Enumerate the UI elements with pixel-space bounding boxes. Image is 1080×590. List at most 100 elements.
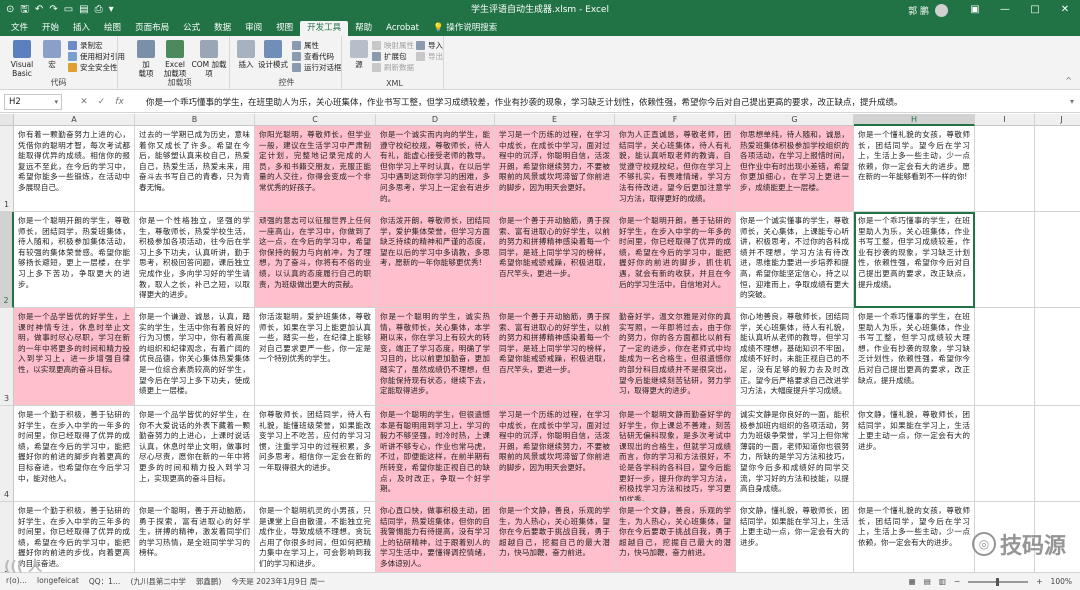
- tab-3[interactable]: 绘图: [97, 21, 128, 36]
- properties-button[interactable]: 属性: [292, 40, 319, 51]
- cell-G5[interactable]: 你文静，懂礼貌，尊敬师长，团结同学，如果能在学习上，生活上更主动一点，你一定会有…: [736, 502, 854, 572]
- column-header-E[interactable]: E: [495, 114, 615, 126]
- visual-basic-button[interactable]: Visual Basic: [2, 40, 42, 78]
- tab-9[interactable]: 开发工具: [300, 21, 349, 36]
- expand-formula-icon[interactable]: ▾: [1064, 97, 1080, 106]
- tab-2[interactable]: 插入: [66, 21, 97, 36]
- cell-G4[interactable]: 诚实文静是你良好的一面，能积极参加班内组织的各项活动，努力为班级争荣誉，学习上但…: [736, 406, 854, 502]
- cell-F3[interactable]: 勤奋好学，温文尔雅是对你的真实写照，一年即将过去，由于你的努力，你的各方面都比以…: [615, 308, 736, 406]
- tab-0[interactable]: 文件: [4, 21, 35, 36]
- cell-C2[interactable]: 顽强的意志可以征服世界上任何一座高山，在学习中，你做到了这一点，在今后的学习中，…: [255, 212, 376, 308]
- normal-view-icon[interactable]: ▦: [909, 577, 916, 586]
- com-addins-button[interactable]: COM 加载项: [190, 40, 228, 78]
- cell-I4[interactable]: [975, 406, 1035, 502]
- cell-G2[interactable]: 你是一个诚实懂事的学生，尊敬师长，关心集体，上课能专心听讲，积极思考，不过你的各…: [736, 212, 854, 308]
- relative-reference-button[interactable]: 使用相对引用: [68, 51, 125, 62]
- confirm-icon[interactable]: ✓: [98, 97, 106, 107]
- zoom-slider[interactable]: [968, 577, 1029, 586]
- cell-B1[interactable]: 过去的一学期已成为历史，意味着你又成长了许多。希望在今后，能够塑认真来校自己，热…: [135, 126, 255, 212]
- cell-A1[interactable]: 你有着一颗勤奋努力上进的心，凭借你的聪明才智，每次考试都能取得优异的成绩。相信你…: [14, 126, 135, 212]
- cell-F2[interactable]: 你是一个聪明开朗，善于钻研的好学生，在步入中学的一年多的时间里，你已经取得了优异…: [615, 212, 736, 308]
- redo-icon[interactable]: ↷: [49, 0, 57, 20]
- expansion-pack-button[interactable]: 扩展包: [372, 51, 407, 62]
- user-name[interactable]: 郭 鹏: [908, 4, 929, 17]
- cell-I2[interactable]: [975, 212, 1035, 308]
- refresh-data-button[interactable]: 刷新数据: [372, 62, 414, 73]
- cell-I3[interactable]: [975, 308, 1035, 406]
- cell-D1[interactable]: 你是一个诚实而内向的学生，能遵守校纪校规，尊敬师长，待人有礼，能虚心接受老师的教…: [376, 126, 495, 212]
- cell-D3[interactable]: 你是一个聪明的学生，诚实热情，尊敬师长，关心集体，本学期以来，你在学习上有较大的…: [376, 308, 495, 406]
- cell-G1[interactable]: 你思想单纯，待人随和，诚恳，热爱班集体积极参加学校组织的各项活动，在学习上报惜时…: [736, 126, 854, 212]
- cell-H4[interactable]: 你文静，懂礼貌，尊敬师长，团结同学，如果能在学习上，生活上更主动一点，你一定会有…: [854, 406, 975, 502]
- tab-4[interactable]: 页面布局: [128, 21, 176, 36]
- run-dialog-button[interactable]: 运行对话框: [292, 62, 342, 73]
- zoom-level[interactable]: 100%: [1051, 577, 1072, 586]
- cell-J3[interactable]: [1035, 308, 1080, 406]
- tab-1[interactable]: 开始: [35, 21, 66, 36]
- collapse-ribbon-icon[interactable]: ^: [1065, 76, 1072, 85]
- cell-A3[interactable]: 你是一个品学皆优的好学生，上课时神情专注，休息时举止文明，做事时尽心尽职，学习在…: [14, 308, 135, 406]
- column-header-G[interactable]: G: [736, 114, 854, 126]
- xml-source-button[interactable]: 源: [348, 40, 370, 69]
- cell-D5[interactable]: 你心直口快，做事积极主动，团结同学，热爱班集体，但你的自我警惕能力有待提高，没有…: [376, 502, 495, 572]
- cell-F4[interactable]: 你是一个聪明文静而勤奋好学的好学生，你上课总不善难，刻苦钻研无偏科现象，是多次考…: [615, 406, 736, 502]
- export-button[interactable]: 导出: [416, 51, 443, 62]
- cell-E4[interactable]: 学习是一个历练的过程，在学习中成长，在成长中学习，面对过程中的沉浮，你聪明自信，…: [495, 406, 615, 502]
- row-header-1[interactable]: 1: [0, 126, 14, 212]
- minimize-button[interactable]: —: [990, 0, 1020, 20]
- open-file-icon[interactable]: ▤: [79, 0, 88, 20]
- cell-D4[interactable]: 你是一个聪明的学生，但很遗憾本是有聪明用到学习上，学习的毅力不够坚强，时冷时热，…: [376, 406, 495, 502]
- name-box[interactable]: H2 ▾: [4, 93, 62, 110]
- save-icon[interactable]: 🖫: [20, 0, 29, 20]
- cell-B5[interactable]: 你是一个聪明，善于开动脑筋，勇于探索，富有进取心的好学生，拼搏的精神，激发着同学…: [135, 502, 255, 572]
- column-header-F[interactable]: F: [615, 114, 736, 126]
- row-header-4[interactable]: 4: [0, 406, 14, 502]
- new-file-icon[interactable]: ▭: [64, 0, 73, 20]
- excel-addins-button[interactable]: Excel 加载项: [160, 40, 190, 78]
- cell-A2[interactable]: 你是一个聪明开朗的学生，尊敬师长，团结同学，热爱班集体，待人随和，积极参加集体活…: [14, 212, 135, 308]
- cell-H5[interactable]: 你是一个懂礼貌的女孩，尊敬师长，团结同学，望今后在学习上，生活上多一些主动，少一…: [854, 502, 975, 572]
- zoom-knob[interactable]: [996, 577, 1000, 586]
- cell-E3[interactable]: 你是一个善于开动脑筋，勇于探索、富有进取心的好学生，以前的努力和拼搏精神感染着每…: [495, 308, 615, 406]
- record-macro-button[interactable]: 录制宏: [68, 40, 103, 51]
- tab-12[interactable]: 💡 操作说明搜索: [426, 21, 504, 36]
- cell-C4[interactable]: 你尊敬师长，团结同学，待人有礼貌，能懂班级荣誉，如果能改变学习上不吃苦，应付的学…: [255, 406, 376, 502]
- view-code-button[interactable]: 查看代码: [292, 51, 334, 62]
- design-mode-button[interactable]: 设计模式: [258, 40, 288, 69]
- cell-E2[interactable]: 你是一个善于开动脑筋，勇于探索、富有进取心的好学生，以前的努力和拼搏精神感染着每…: [495, 212, 615, 308]
- cell-F1[interactable]: 你为人正直诚恳，尊敬老师，团结同学，关心班集体，待人有礼貌，能认真听取老师的教诲…: [615, 126, 736, 212]
- column-header-I[interactable]: I: [975, 114, 1035, 126]
- import-button[interactable]: 导入: [416, 40, 443, 51]
- column-header-A[interactable]: A: [14, 114, 135, 126]
- cell-H3[interactable]: 你是一个乖巧懂事的学生，在班里助人为乐，关心班集体，作业书写工整，但学习成绩较大…: [854, 308, 975, 406]
- cell-F5[interactable]: 你是一个文静，善良，乐观的学生，为人热心，关心班集体，望你在今后要敢于挑战自我，…: [615, 502, 736, 572]
- cell-J1[interactable]: [1035, 126, 1080, 212]
- column-header-D[interactable]: D: [376, 114, 495, 126]
- cell-G3[interactable]: 你心地善良，尊敬师长，团结同学，关心班集体，待人有礼貌，能认真听从老师的教导，但…: [736, 308, 854, 406]
- macros-button[interactable]: 宏: [40, 40, 64, 69]
- tab-7[interactable]: 审阅: [238, 21, 269, 36]
- macro-security-button[interactable]: 安全安全性: [68, 62, 118, 73]
- map-properties-button[interactable]: 映射属性: [372, 40, 414, 51]
- cell-B2[interactable]: 你是一个性格独立，坚强的学生，尊敬师长，热爱学校生活，积极参加各项活动，往今后在…: [135, 212, 255, 308]
- undo-icon[interactable]: ↶: [35, 0, 43, 20]
- formula-input[interactable]: 你是一个乖巧懂事的学生，在班里助人为乐，关心班集体，作业书写工整，但学习成绩较差…: [142, 96, 1064, 108]
- cell-E5[interactable]: 你是一个文静，善良，乐观的学生，为人热心，关心班集体，望你在今后要敢于挑战自我，…: [495, 502, 615, 572]
- tab-6[interactable]: 数据: [207, 21, 238, 36]
- ribbon-display-icon[interactable]: ▣: [960, 0, 990, 20]
- close-button[interactable]: ✕: [1050, 0, 1080, 20]
- select-all-corner[interactable]: [0, 114, 14, 126]
- tab-10[interactable]: 帮助: [348, 21, 379, 36]
- column-header-B[interactable]: B: [135, 114, 255, 126]
- cell-C3[interactable]: 你活泼聪明，爱护班集体，尊敬师长，如果在学习上能更加认真一些，踏实一些，在纪律上…: [255, 308, 376, 406]
- row-header-2[interactable]: 2: [0, 212, 14, 308]
- column-header-H[interactable]: H: [854, 114, 975, 126]
- column-header-J[interactable]: J: [1035, 114, 1080, 126]
- function-icon[interactable]: fx: [115, 97, 124, 107]
- cell-J4[interactable]: [1035, 406, 1080, 502]
- tab-5[interactable]: 公式: [176, 21, 207, 36]
- column-header-C[interactable]: C: [255, 114, 376, 126]
- row-header-3[interactable]: 3: [0, 308, 14, 406]
- autosave-icon[interactable]: ⊙: [6, 0, 14, 20]
- cell-B3[interactable]: 你是一个谦逊、诚恳，认真，踏实的学生，生活中你有着良好的行为习惯，学习中，你有着…: [135, 308, 255, 406]
